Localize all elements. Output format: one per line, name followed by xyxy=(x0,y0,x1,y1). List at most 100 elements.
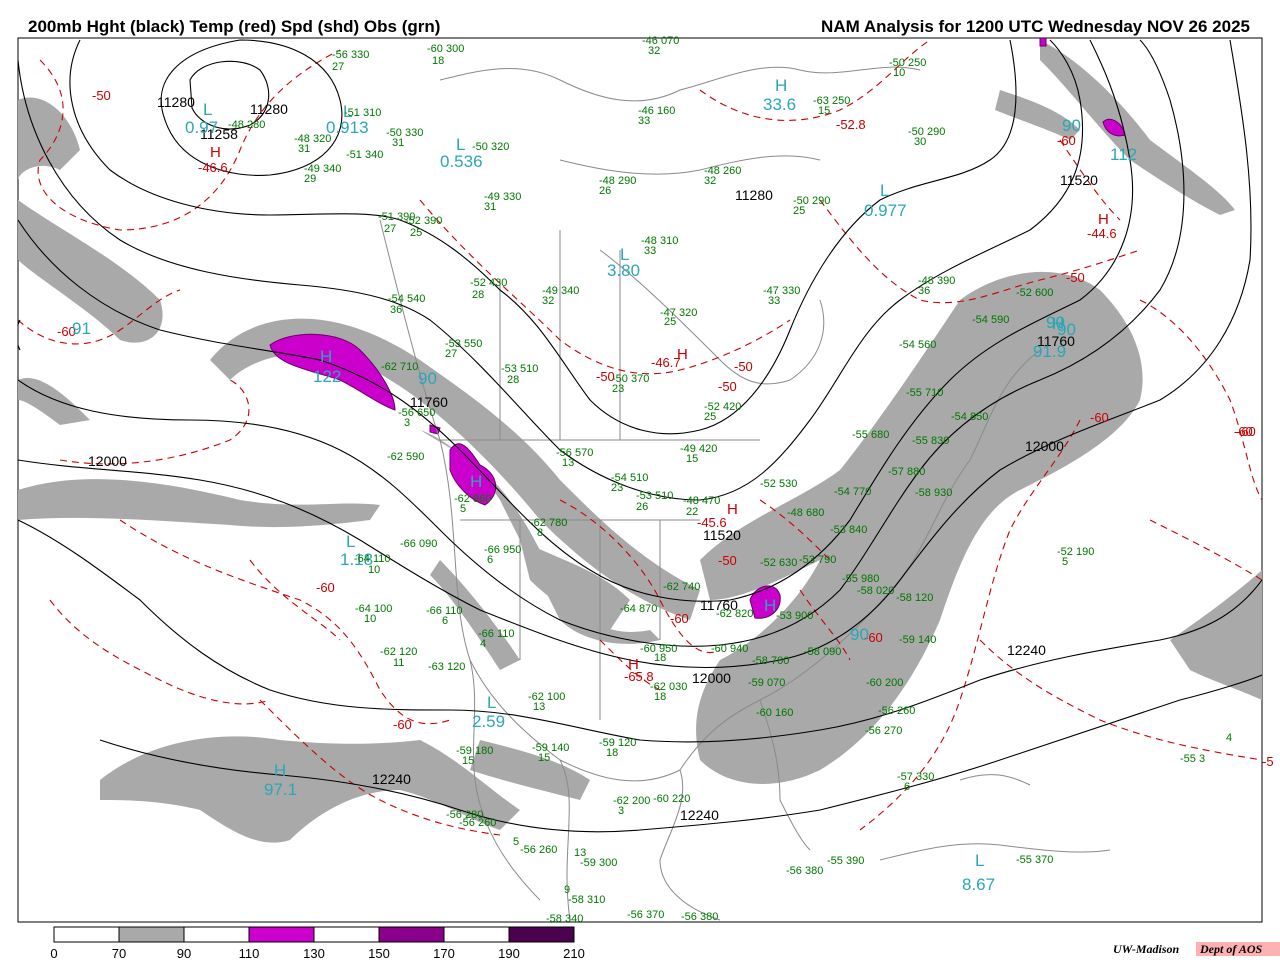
station-obs-text: -55 390 xyxy=(827,855,864,867)
station-obs-text: -56 260 xyxy=(520,844,557,856)
temp-label: -45.6 xyxy=(697,515,727,530)
temp-label: -60 xyxy=(316,580,335,595)
colorbar-tick-label: 170 xyxy=(433,946,455,960)
station-obs-text: -57 330 xyxy=(897,771,934,783)
colorbar-bin xyxy=(313,926,380,943)
colorbar-bin xyxy=(443,926,510,943)
station-obs-text: -54 850 xyxy=(951,411,988,423)
speed-center-marker: L xyxy=(487,693,496,712)
colorbar-tick-label: 0 xyxy=(50,946,57,960)
station-obs-text: 6 xyxy=(904,781,910,793)
speed-label: 33.6 xyxy=(763,95,796,114)
station-obs-text: 15 xyxy=(538,752,550,764)
station-obs-text: 4 xyxy=(480,638,486,650)
station-obs-text: -53 840 xyxy=(830,524,867,536)
station-obs-text: -60 940 xyxy=(711,643,748,655)
station-obs-text: 3 xyxy=(404,417,410,429)
station-obs-text: -62 710 xyxy=(381,361,418,373)
station-obs-text: -53 900 xyxy=(776,610,813,622)
height-label: 12240 xyxy=(680,807,719,823)
colorbar-bin xyxy=(248,926,315,943)
station-obs-text: 32 xyxy=(542,295,554,307)
station-obs-text: -62 780 xyxy=(530,517,567,529)
temp-label: -50 xyxy=(734,359,753,374)
height-label: 12000 xyxy=(692,670,731,686)
station-obs-text: 6 xyxy=(442,615,448,627)
height-label: 12000 xyxy=(1025,438,1064,454)
speed-label: 90 xyxy=(418,369,437,388)
station-obs-text: 26 xyxy=(599,185,611,197)
station-obs-text: -62 590 xyxy=(387,451,424,463)
temp-label: -50 xyxy=(92,88,111,103)
station-obs-text: 26 xyxy=(636,501,648,513)
station-obs-text: -58 340 xyxy=(546,913,583,925)
speed-label: 0.97 xyxy=(185,118,218,137)
station-obs-text: 29 xyxy=(304,173,316,185)
station-obs-text: -56 380 xyxy=(681,911,718,923)
speed-colorbar: 0 70 90 110 130 150 170 190 210 xyxy=(50,926,585,960)
temp-label: -50 xyxy=(718,553,737,568)
station-obs-text: -48 680 xyxy=(787,507,824,519)
station-obs-text: -55 830 xyxy=(912,435,949,447)
station-obs-text: -55 710 xyxy=(906,387,943,399)
height-label: 11280 xyxy=(250,101,288,117)
station-obs-text: -58 090 xyxy=(804,646,841,658)
speed-center-marker: H xyxy=(470,472,482,491)
station-obs-text: -52 600 xyxy=(1016,287,1053,299)
station-obs-text: 27 xyxy=(332,61,344,73)
station-obs-text: -48 280 xyxy=(228,119,265,131)
colorbar-bin xyxy=(118,926,185,943)
speed-label: 97.1 xyxy=(264,780,297,799)
height-label: 11280 xyxy=(157,94,195,110)
station-obs-text: 31 xyxy=(298,143,310,155)
station-obs-text: -55 370 xyxy=(1016,854,1053,866)
station-obs-text: 8 xyxy=(537,527,543,539)
station-obs-text: 33 xyxy=(644,245,656,257)
station-obs-text: 18 xyxy=(606,747,618,759)
colorbar-bin xyxy=(183,926,250,943)
station-obs-text: 4 xyxy=(1226,732,1232,744)
temp-label: -60 xyxy=(1234,424,1253,439)
station-obs-text: -60 200 xyxy=(866,677,903,689)
speed-center-marker: H xyxy=(1052,314,1064,333)
station-obs-text: 36 xyxy=(390,304,402,316)
station-obs-text: -56 270 xyxy=(865,725,902,737)
station-obs-text: 10 xyxy=(364,613,376,625)
map-title: 200mb Hght (black) Temp (red) Spd (shd) … xyxy=(28,17,440,36)
station-obs-text: 36 xyxy=(918,285,930,297)
station-obs-text: 28 xyxy=(472,289,484,301)
colorbar-tick-label: 150 xyxy=(368,946,390,960)
station-obs-text: -52 530 xyxy=(760,478,797,490)
height-label: 12240 xyxy=(372,771,411,787)
speed-center-marker: H xyxy=(320,347,332,366)
station-obs-text: 27 xyxy=(384,223,396,235)
speed-label: 112 xyxy=(1110,145,1137,164)
temp-center-marker: H xyxy=(677,346,688,363)
station-obs-text: -50 320 xyxy=(472,141,509,153)
station-obs-text: 18 xyxy=(432,55,444,67)
station-obs-text: 15 xyxy=(818,105,830,117)
temp-label: -60 xyxy=(1057,133,1076,148)
station-obs-text: -55 680 xyxy=(852,429,889,441)
temp-label: -60 xyxy=(670,611,689,626)
height-label: 12000 xyxy=(88,453,127,469)
speed-center-marker: L xyxy=(203,100,212,119)
station-obs-text: 32 xyxy=(704,175,716,187)
station-obs-text: -59 300 xyxy=(580,857,617,869)
speed-center-marker: L xyxy=(456,135,465,154)
speed-label: 2.59 xyxy=(472,712,505,731)
temp-label: -52.8 xyxy=(836,117,866,132)
colorbar-tick-label: 130 xyxy=(303,946,325,960)
station-obs-text: -63 120 xyxy=(428,661,465,673)
station-obs-text: 10 xyxy=(368,564,380,576)
colorbar-tick-label: 190 xyxy=(498,946,520,960)
height-label: 12240 xyxy=(1007,642,1046,658)
station-obs-text: -51 340 xyxy=(346,149,383,161)
station-obs-text: -58 120 xyxy=(896,592,933,604)
station-obs-text: 18 xyxy=(654,691,666,703)
speed-label: 122 xyxy=(313,367,341,386)
speed-center-marker: H xyxy=(274,761,286,780)
temp-label: -60 xyxy=(1090,410,1109,425)
station-obs-text: -54 560 xyxy=(899,339,936,351)
temp-center-marker: H xyxy=(210,144,221,161)
